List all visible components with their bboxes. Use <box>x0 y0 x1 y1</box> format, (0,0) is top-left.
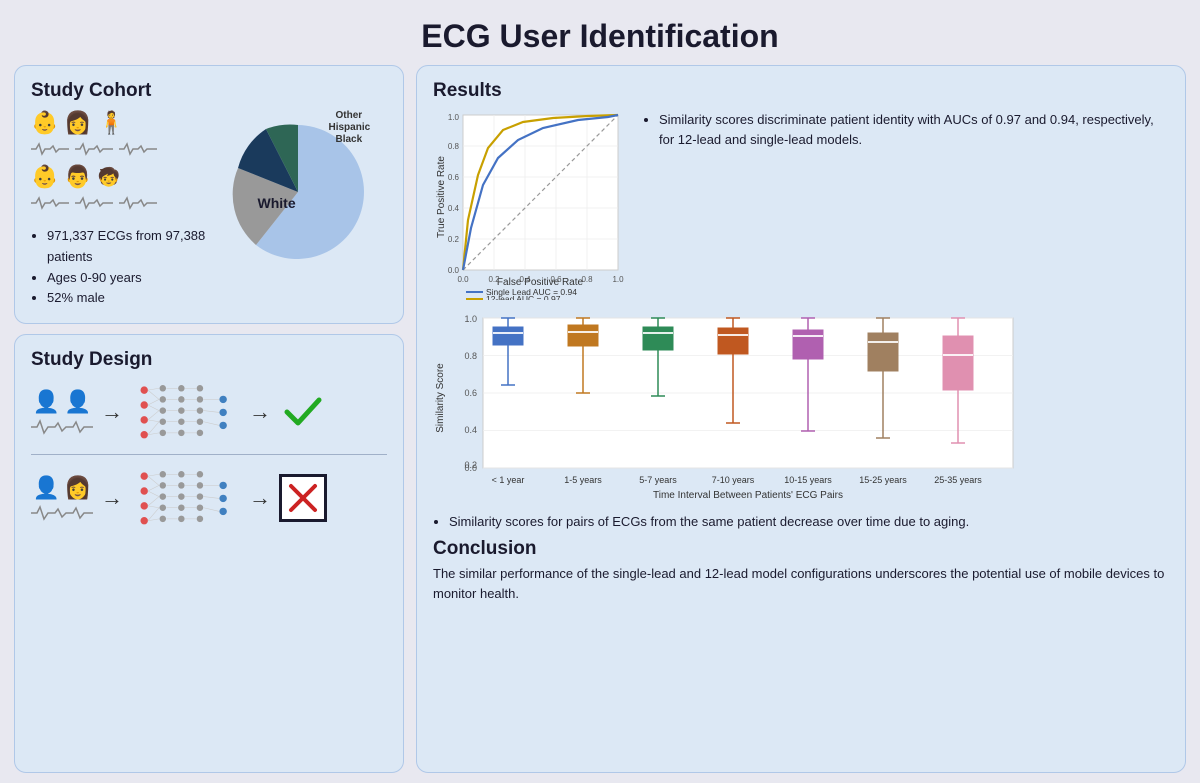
xmark-result <box>279 474 327 522</box>
svg-text:0.8: 0.8 <box>448 142 460 151</box>
design-persons-1: 👤 👤 <box>31 389 93 435</box>
person-row-2: 👶 👨 🧒 <box>31 164 206 190</box>
conclusion-title: Conclusion <box>433 538 1169 560</box>
baby2-icon: 👶 <box>31 164 58 190</box>
results-bullet-1: Similarity scores discriminate patient i… <box>643 110 1169 305</box>
ecg-line-6 <box>119 196 157 210</box>
svg-text:< 1 year: < 1 year <box>492 475 525 485</box>
ecg-line-4 <box>31 196 69 210</box>
svg-text:0.2: 0.2 <box>488 275 500 284</box>
page-title: ECG User Identification <box>0 0 1200 65</box>
svg-text:0.0: 0.0 <box>457 275 469 284</box>
design-divider <box>31 454 387 455</box>
nn-diagram-2 <box>131 465 241 530</box>
svg-text:1.0: 1.0 <box>464 314 477 324</box>
boxplot-area: 1.0 0.8 0.6 0.4 0.2 Similarity Score 0.0 <box>433 313 1169 508</box>
ecg-line-5 <box>75 196 113 210</box>
study-design-card: Study Design 👤 👤 → <box>14 334 404 773</box>
results-title: Results <box>433 80 1169 102</box>
svg-text:0.4: 0.4 <box>464 425 477 435</box>
conclusion-text: The similar performance of the single-le… <box>433 564 1169 604</box>
results-card: Results <box>416 65 1186 773</box>
svg-text:0.0: 0.0 <box>448 266 460 275</box>
arrow-1: → <box>101 399 123 425</box>
checkmark-result <box>279 388 327 436</box>
svg-text:True Positive Rate: True Positive Rate <box>436 156 447 238</box>
ecg-line-2 <box>75 142 113 156</box>
roc-chart-area: False Positive Rate True Positive Rate 0… <box>433 110 633 305</box>
svg-text:0.6: 0.6 <box>464 388 477 398</box>
arrow-2: → <box>249 399 271 425</box>
cohort-title: Study Cohort <box>31 80 387 102</box>
svg-text:1-5 years: 1-5 years <box>564 475 602 485</box>
svg-text:7-10 years: 7-10 years <box>712 475 755 485</box>
conclusion-section: Conclusion The similar performance of th… <box>433 538 1169 604</box>
arrow-3: → <box>101 485 123 511</box>
design-title: Study Design <box>31 349 387 371</box>
arrow-4: → <box>249 485 271 511</box>
svg-text:1.0: 1.0 <box>612 275 624 284</box>
pie-label-black: Black <box>336 134 363 145</box>
design-row-2: 👤 👩 → <box>31 465 387 530</box>
svg-text:0.8: 0.8 <box>581 275 593 284</box>
pie-label-white: White <box>258 195 296 211</box>
pie-chart-area: Other Hispanic Black White <box>214 110 387 265</box>
svg-text:0.4: 0.4 <box>519 275 531 284</box>
adult-male2-icon: 👨 <box>64 164 91 190</box>
svg-text:12-lead AUC = 0.97: 12-lead AUC = 0.97 <box>486 294 561 300</box>
ecg-line-3 <box>119 142 157 156</box>
boxplot-chart: 1.0 0.8 0.6 0.4 0.2 Similarity Score 0.0 <box>433 313 1023 503</box>
svg-text:5-7 years: 5-7 years <box>639 475 677 485</box>
design-persons-2: 👤 👩 <box>31 475 93 521</box>
svg-text:1.0: 1.0 <box>448 113 460 122</box>
ecg-line-1 <box>31 142 69 156</box>
svg-text:0.0: 0.0 <box>464 463 477 473</box>
roc-chart: False Positive Rate True Positive Rate 0… <box>433 110 633 300</box>
svg-text:Time Interval Between Patients: Time Interval Between Patients' ECG Pair… <box>653 490 843 501</box>
study-cohort-card: Study Cohort 👶 👩 🧍 <box>14 65 404 324</box>
svg-text:0.6: 0.6 <box>550 275 562 284</box>
svg-text:0.4: 0.4 <box>448 204 460 213</box>
svg-text:Similarity Score: Similarity Score <box>435 363 446 433</box>
design-row-1: 👤 👤 → <box>31 379 387 444</box>
cohort-stats: 971,337 ECGs from 97,388 patients Ages 0… <box>31 226 206 309</box>
svg-text:15-25 years: 15-25 years <box>859 475 907 485</box>
pie-label-hispanic: Hispanic <box>329 122 371 133</box>
baby-icon: 👶 <box>31 110 58 136</box>
adult-male-icon: 🧍 <box>98 110 125 136</box>
svg-text:0.2: 0.2 <box>448 235 460 244</box>
pie-label-other: Other <box>336 110 363 121</box>
nn-diagram-1 <box>131 379 241 444</box>
svg-text:25-35 years: 25-35 years <box>934 475 982 485</box>
adult-female-icon: 👩 <box>64 110 91 136</box>
results-top: False Positive Rate True Positive Rate 0… <box>433 110 1169 305</box>
svg-text:10-15 years: 10-15 years <box>784 475 832 485</box>
svg-text:0.6: 0.6 <box>448 173 460 182</box>
svg-text:0.8: 0.8 <box>464 351 477 361</box>
results-bullet-2: Similarity scores for pairs of ECGs from… <box>433 512 1169 532</box>
person-row-1: 👶 👩 🧍 <box>31 110 206 136</box>
child-icon: 🧒 <box>98 167 120 188</box>
